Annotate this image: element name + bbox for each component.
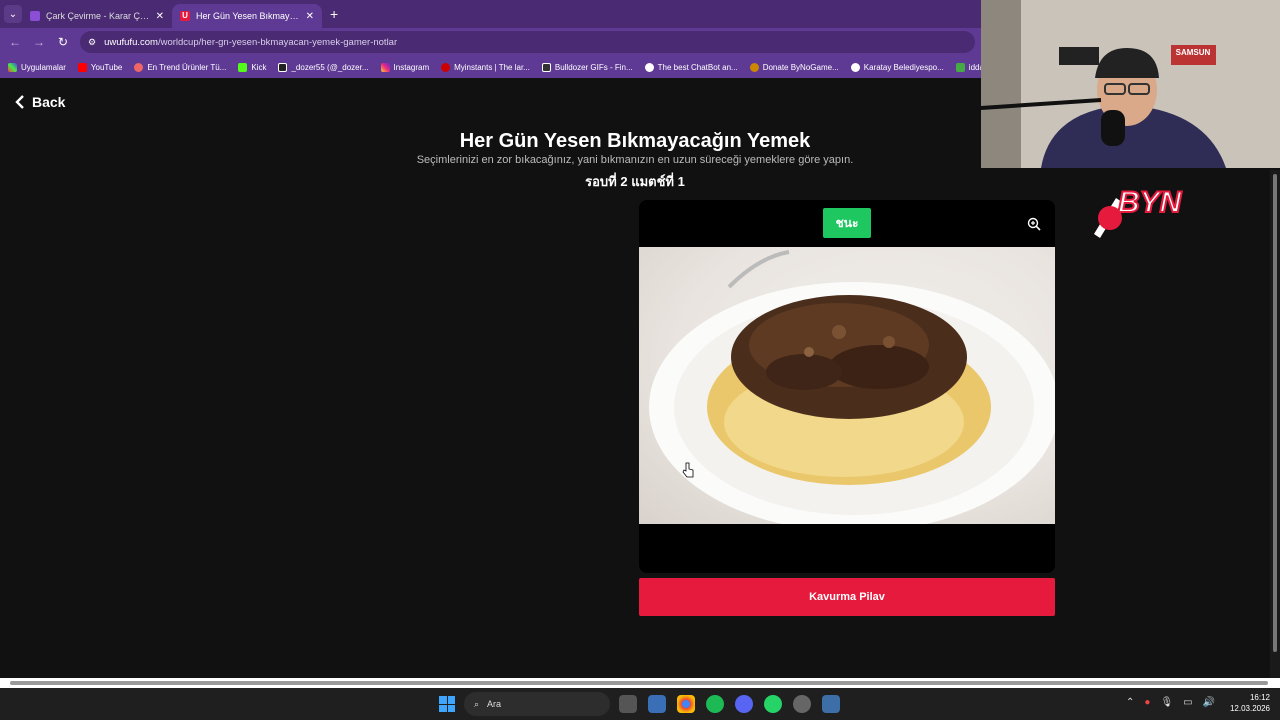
- search-icon: ⌕: [474, 698, 480, 709]
- bookmark-chatbot[interactable]: The best ChatBot an...: [644, 62, 738, 72]
- display-icon[interactable]: ▭: [1183, 697, 1192, 708]
- tab-search-chevron-icon[interactable]: ⌄: [4, 5, 22, 23]
- tab-title: Çark Çevirme - Karar Çarkı!: [46, 11, 150, 21]
- back-label: Back: [32, 94, 66, 110]
- spotify-icon[interactable]: [706, 695, 724, 713]
- tray-app-icon[interactable]: ●: [1144, 697, 1150, 708]
- scroll-thumb[interactable]: [1273, 174, 1277, 652]
- forward-arrow-icon[interactable]: →: [32, 35, 46, 49]
- discord-icon[interactable]: [735, 695, 753, 713]
- tiktok-icon: [278, 62, 288, 72]
- select-item-button[interactable]: Kavurma Pilav: [639, 578, 1055, 616]
- choice-card[interactable]: ชนะ: [639, 200, 1055, 573]
- kick-icon: [238, 62, 248, 72]
- round-indicator: รอบที่ 2 แมตช์ที่ 1: [585, 174, 685, 189]
- karatay-icon: [850, 62, 860, 72]
- donate-icon: [749, 62, 759, 72]
- bookmark-apps[interactable]: Uygulamalar: [8, 62, 66, 72]
- site-info-icon[interactable]: ⚙: [88, 37, 96, 48]
- network-app-icon[interactable]: [822, 695, 840, 713]
- microsoft-store-icon[interactable]: [648, 695, 666, 713]
- taskbar-search-placeholder: Ara: [487, 699, 502, 709]
- microphone-icon[interactable]: 🎙: [1160, 697, 1173, 708]
- new-tab-plus-icon[interactable]: +: [330, 6, 338, 22]
- zoom-in-icon[interactable]: [1027, 217, 1041, 231]
- back-arrow-icon[interactable]: ←: [8, 35, 22, 49]
- bookmark-karatay[interactable]: Karatay Belediyespo...: [850, 62, 944, 72]
- idda-icon: [955, 62, 965, 72]
- gif-icon: [541, 62, 551, 72]
- bookmarks-bar: Uygulamalar YouTube En Trend Ürünler Tü.…: [0, 56, 981, 78]
- chrome-icon[interactable]: [677, 695, 695, 713]
- chatgpt-icon: [644, 62, 654, 72]
- bookmark-youtube[interactable]: YouTube: [77, 62, 122, 72]
- bookmark-trend[interactable]: En Trend Ürünler Tü...: [134, 62, 226, 72]
- close-tab-icon[interactable]: ✕: [156, 11, 164, 22]
- scroll-thumb[interactable]: [10, 681, 1268, 685]
- back-button[interactable]: Back: [14, 94, 65, 110]
- wheel-favicon-icon: [30, 11, 40, 21]
- bookmark-idda[interactable]: idda: [955, 62, 981, 72]
- vertical-scrollbar[interactable]: [1270, 170, 1280, 678]
- byn-logo-text: BYN: [1118, 186, 1183, 219]
- bookmark-tiktok[interactable]: _dozer55 (@_dozer...: [278, 62, 369, 72]
- windows-taskbar: ⌕ Ara ⌃ ● 🎙 ▭ 🔊 16:12 12.03.2026: [0, 688, 1280, 720]
- horizontal-scrollbar[interactable]: [0, 678, 1280, 688]
- whatsapp-icon[interactable]: [764, 695, 782, 713]
- browser-tab-strip: ⌄ Çark Çevirme - Karar Çarkı! ✕ U Her Gü…: [0, 0, 981, 28]
- address-toolbar: ← → ↻ ⚙ uwufufu.com/worldcup/her-gn-yese…: [0, 28, 981, 56]
- youtube-icon: [77, 62, 87, 72]
- apps-grid-icon: [8, 62, 17, 72]
- close-tab-icon[interactable]: ✕: [306, 11, 314, 22]
- taskbar-search[interactable]: ⌕ Ara: [464, 692, 610, 716]
- app-icon[interactable]: [793, 695, 811, 713]
- uwufufu-favicon-icon: U: [180, 11, 190, 21]
- myinstants-icon: [441, 62, 451, 72]
- volume-icon[interactable]: 🔊: [1203, 697, 1215, 708]
- clock-time: 16:12: [1249, 693, 1270, 702]
- url-path: /worldcup/her-gn-yesen-bkmayacan-yemek-g…: [157, 36, 398, 48]
- bookmark-myinstants[interactable]: Myinstants | The lar...: [441, 62, 530, 72]
- webcam-overlay: SAMSUN: [981, 0, 1280, 168]
- windows-start-icon[interactable]: [439, 696, 455, 712]
- bookmark-instagram[interactable]: Instagram: [380, 62, 429, 72]
- bookmark-donate[interactable]: Donate ByNoGame...: [749, 62, 839, 72]
- trend-favicon-icon: [134, 62, 144, 72]
- bookmark-bulldozer[interactable]: Bulldozer GIFs - Fin...: [541, 62, 633, 72]
- tab-uwufufu[interactable]: U Her Gün Yesen Bıkmayacağın Y ✕: [172, 4, 322, 28]
- page-content: Back Her Gün Yesen Bıkmayacağın Yemek Se…: [0, 78, 1270, 678]
- url-bar[interactable]: ⚙ uwufufu.com/worldcup/her-gn-yesen-bkma…: [80, 31, 975, 53]
- samsun-sign-text: SAMSUN: [1176, 48, 1211, 57]
- task-view-icon[interactable]: [619, 695, 637, 713]
- bookmark-kick[interactable]: Kick: [238, 62, 266, 72]
- byn-logo-overlay: BYN: [1094, 185, 1184, 238]
- reload-icon[interactable]: ↻: [56, 35, 70, 49]
- hand-cursor-icon: [682, 462, 694, 478]
- streamer-webcam-image: SAMSUN: [981, 0, 1280, 168]
- instagram-icon: [380, 62, 390, 72]
- winner-badge: ชนะ: [823, 208, 871, 238]
- clock[interactable]: 16:12 12.03.2026: [1230, 692, 1270, 714]
- chevron-left-icon: [15, 95, 24, 109]
- clock-date: 12.03.2026: [1229, 704, 1270, 713]
- tab-title: Her Gün Yesen Bıkmayacağın Y: [196, 11, 300, 21]
- chevron-up-icon[interactable]: ⌃: [1126, 697, 1134, 708]
- system-tray: ⌃ ● 🎙 ▭ 🔊: [1126, 697, 1215, 708]
- url-host: uwufufu.com: [104, 36, 158, 48]
- food-image[interactable]: [639, 247, 1055, 524]
- kavurma-pilav-plate-image: [649, 250, 1055, 524]
- tab-cark-cevirme[interactable]: Çark Çevirme - Karar Çarkı! ✕: [22, 4, 172, 28]
